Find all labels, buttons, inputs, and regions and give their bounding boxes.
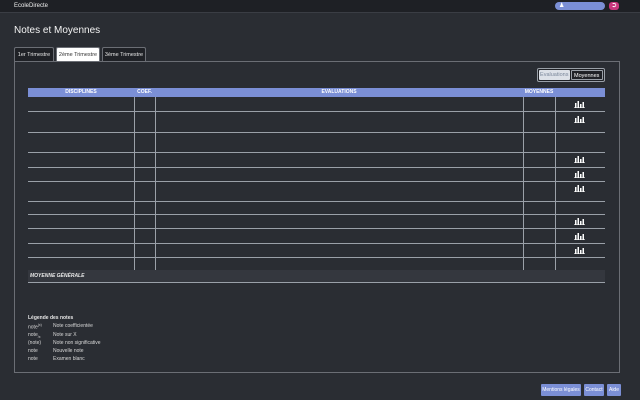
legend-title: Légende des notes: [28, 315, 74, 321]
mentions-legales-button[interactable]: Mentions légales: [541, 384, 581, 396]
user-menu-button[interactable]: ♟: [555, 2, 605, 10]
header-coef: COEF.: [137, 89, 152, 95]
toggle-evaluations[interactable]: Evaluations: [539, 70, 570, 80]
table-bottom-border: [28, 282, 605, 283]
bar-chart-icon[interactable]: [574, 100, 585, 108]
page-title: Notes et Moyennes: [14, 25, 101, 36]
table-row: [28, 181, 605, 182]
column-divider: [555, 97, 556, 282]
legend-desc: Note non significative: [53, 340, 101, 346]
table-row: [28, 243, 605, 244]
table-row: [28, 111, 605, 112]
tab-trimestre-1[interactable]: 1er Trimestre: [14, 47, 54, 61]
legend-desc: Examen blanc: [53, 356, 85, 362]
view-toggle: Evaluations Moyennes: [537, 68, 605, 82]
column-divider: [155, 97, 156, 270]
toggle-moyennes[interactable]: Moyennes: [570, 70, 603, 80]
legend-key: note/x: [28, 332, 41, 339]
user-icon: ♟: [559, 3, 565, 9]
contact-button[interactable]: Contact: [584, 384, 604, 396]
moyenne-generale-row: MOYENNE GÉNÉRALE: [28, 270, 605, 282]
aide-button[interactable]: Aide: [607, 384, 621, 396]
table-row: [28, 228, 605, 229]
top-bar: EcoleDirecte ♟ ➲: [0, 0, 640, 13]
legend-key: (note): [28, 340, 42, 346]
bar-chart-icon[interactable]: [574, 115, 585, 123]
bar-chart-icon[interactable]: [574, 232, 585, 240]
logout-button[interactable]: ➲: [609, 2, 619, 10]
bar-chart-icon[interactable]: [574, 246, 585, 254]
moyenne-generale-label: MOYENNE GÉNÉRALE: [30, 273, 85, 279]
table-row: [28, 152, 605, 153]
bar-chart-icon[interactable]: [574, 184, 585, 192]
table-row: [28, 201, 605, 202]
brand-name[interactable]: EcoleDirecte: [14, 3, 48, 9]
header-moyennes: MOYENNES: [524, 89, 554, 95]
table-row: [28, 257, 605, 258]
table-row: [28, 132, 605, 133]
bar-chart-icon[interactable]: [574, 155, 585, 163]
tab-trimestre-3[interactable]: 3ème Trimestre: [102, 47, 146, 61]
table-row: [28, 167, 605, 168]
legend-desc: Nouvelle note: [53, 348, 84, 354]
legend-desc: Note coefficientée: [53, 323, 93, 329]
bar-chart-icon[interactable]: [574, 217, 585, 225]
legend-key: note: [28, 348, 38, 354]
legend-key: note(x): [28, 323, 42, 331]
header-evaluations: EVALUATIONS: [321, 89, 357, 95]
bar-chart-icon[interactable]: [574, 170, 585, 178]
column-divider: [523, 97, 524, 282]
grades-panel: [14, 61, 620, 373]
legend-desc: Note sur X: [53, 332, 77, 338]
column-divider: [134, 97, 135, 282]
header-disciplines: DISCIPLINES: [65, 89, 97, 95]
logout-icon: ➲: [611, 2, 617, 9]
legend-key: note: [28, 356, 38, 362]
table-row: [28, 214, 605, 215]
tab-trimestre-2[interactable]: 2ème Trimestre: [56, 47, 100, 61]
table-header: DISCIPLINES COEF. EVALUATIONS MOYENNES: [28, 88, 605, 97]
